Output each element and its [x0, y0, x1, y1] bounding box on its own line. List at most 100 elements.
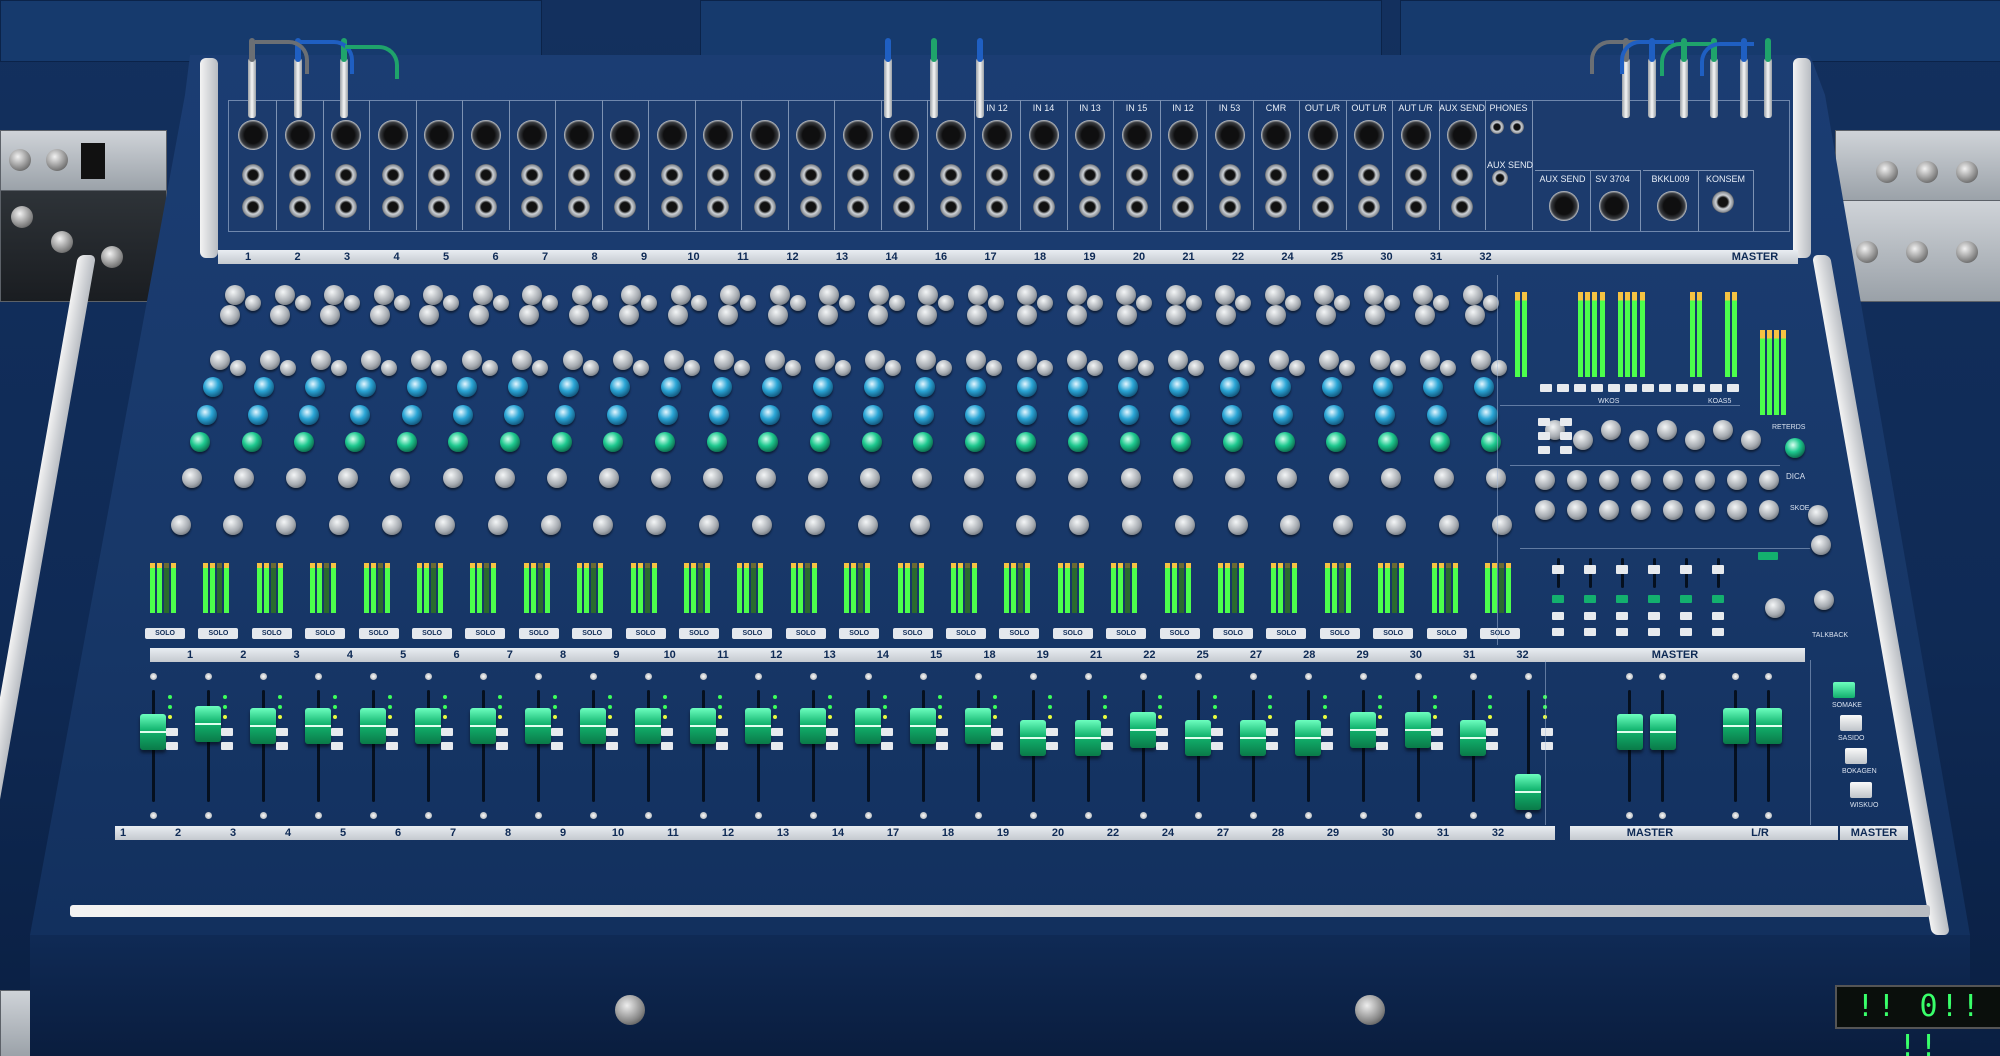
- channel-fader[interactable]: [1350, 712, 1376, 748]
- channel-knob[interactable]: [360, 350, 381, 370]
- drawer-handle-right[interactable]: [1355, 995, 1385, 1025]
- mute-button[interactable]: [276, 728, 288, 736]
- insert-jack[interactable]: [288, 164, 311, 186]
- select-button[interactable]: [441, 742, 453, 750]
- insert-jack[interactable]: [614, 164, 636, 186]
- channel-knob[interactable]: [1324, 405, 1345, 425]
- channel-knob[interactable]: [864, 377, 885, 397]
- master-mini-fader[interactable]: [1680, 565, 1692, 574]
- master-small-button[interactable]: [1560, 418, 1572, 426]
- solo-button[interactable]: SOLO: [732, 628, 773, 639]
- channel-knob[interactable]: [1265, 305, 1286, 325]
- xlr-input-jack[interactable]: [1307, 120, 1338, 150]
- master-group-button[interactable]: [1584, 595, 1596, 603]
- channel-knob[interactable]: [814, 350, 835, 370]
- select-button[interactable]: [1321, 742, 1333, 750]
- aux-master-knob[interactable]: [1567, 500, 1587, 520]
- channel-knob[interactable]: [286, 468, 307, 488]
- channel-knob[interactable]: [1485, 468, 1506, 488]
- channel-knob[interactable]: [310, 350, 331, 370]
- master-group-button[interactable]: [1680, 628, 1692, 636]
- master-knob[interactable]: [1629, 430, 1649, 450]
- solo-button[interactable]: SOLO: [198, 628, 239, 639]
- channel-knob[interactable]: [859, 468, 880, 488]
- select-button[interactable]: [1156, 742, 1168, 750]
- master-bus-button[interactable]: [1540, 384, 1552, 392]
- select-button[interactable]: [1541, 742, 1553, 750]
- channel-knob[interactable]: [817, 305, 838, 325]
- channel-knob[interactable]: [1066, 285, 1087, 305]
- channel-knob[interactable]: [807, 468, 828, 488]
- master-knob[interactable]: [1601, 420, 1621, 440]
- master-group-button[interactable]: [1712, 628, 1724, 636]
- insert-jack[interactable]: [521, 164, 543, 186]
- select-button[interactable]: [1376, 742, 1388, 750]
- channel-knob-small[interactable]: [1188, 360, 1205, 376]
- select-button[interactable]: [881, 742, 893, 750]
- master-knob-green[interactable]: [1785, 438, 1805, 458]
- channel-knob[interactable]: [324, 285, 344, 305]
- master-group-button[interactable]: [1616, 628, 1628, 636]
- channel-knob[interactable]: [396, 432, 417, 452]
- channel-knob[interactable]: [670, 285, 691, 305]
- channel-knob-small[interactable]: [1383, 295, 1400, 311]
- master-bus-button[interactable]: [1591, 384, 1603, 392]
- solo-button[interactable]: SOLO: [892, 628, 933, 639]
- channel-knob[interactable]: [1017, 285, 1037, 305]
- master-fader[interactable]: [1650, 714, 1676, 750]
- channel-knob-small[interactable]: [393, 295, 410, 311]
- select-button[interactable]: [991, 742, 1003, 750]
- line-input-jack[interactable]: [1079, 196, 1101, 218]
- aux-master-knob[interactable]: [1759, 470, 1779, 490]
- channel-knob[interactable]: [196, 405, 217, 425]
- channel-knob[interactable]: [699, 515, 720, 535]
- master-small-button[interactable]: [1560, 446, 1572, 454]
- channel-knob[interactable]: [401, 405, 422, 425]
- channel-knob-small[interactable]: [1185, 295, 1202, 311]
- line-input-jack[interactable]: [288, 196, 311, 218]
- output-jack[interactable]: [1549, 191, 1579, 221]
- mute-button[interactable]: [881, 728, 893, 736]
- mute-button[interactable]: [1046, 728, 1058, 736]
- aux-master-knob[interactable]: [1759, 500, 1779, 520]
- channel-knob[interactable]: [714, 350, 735, 370]
- line-input-jack[interactable]: [1032, 196, 1055, 218]
- xlr-input-jack[interactable]: [1028, 120, 1059, 150]
- aux-master-knob[interactable]: [1599, 470, 1619, 490]
- line-input-jack[interactable]: [1172, 196, 1194, 218]
- mute-button[interactable]: [386, 728, 398, 736]
- channel-knob[interactable]: [809, 432, 830, 452]
- channel-knob[interactable]: [769, 285, 790, 305]
- xlr-input-jack[interactable]: [1075, 120, 1105, 150]
- line-input-jack[interactable]: [1404, 196, 1427, 218]
- channel-knob-small[interactable]: [1238, 360, 1255, 376]
- line-input-jack[interactable]: [707, 196, 729, 218]
- channel-knob[interactable]: [663, 350, 684, 370]
- channel-knob[interactable]: [1223, 432, 1244, 452]
- channel-fader[interactable]: [910, 708, 936, 744]
- master-mini-fader[interactable]: [1616, 565, 1628, 574]
- line-input-jack[interactable]: [753, 196, 776, 218]
- channel-knob-small[interactable]: [1036, 360, 1053, 376]
- channel-knob[interactable]: [914, 377, 935, 397]
- channel-knob-small[interactable]: [1288, 360, 1305, 376]
- mute-button[interactable]: [166, 728, 178, 736]
- master-knob[interactable]: [1685, 430, 1705, 450]
- channel-knob-small[interactable]: [492, 295, 509, 311]
- aux-master-knob[interactable]: [1535, 470, 1555, 490]
- channel-knob[interactable]: [170, 515, 191, 535]
- select-button[interactable]: [166, 742, 178, 750]
- channel-knob[interactable]: [1069, 515, 1089, 535]
- channel-knob[interactable]: [819, 285, 839, 305]
- channel-knob[interactable]: [654, 432, 675, 452]
- solo-button[interactable]: SOLO: [785, 628, 826, 639]
- channel-knob[interactable]: [1372, 377, 1393, 397]
- insert-jack[interactable]: [428, 164, 450, 186]
- channel-knob-small[interactable]: [1086, 295, 1103, 311]
- solo-button[interactable]: SOLO: [518, 628, 559, 639]
- channel-knob[interactable]: [1429, 432, 1450, 452]
- aux-master-knob[interactable]: [1695, 500, 1715, 520]
- solo-button[interactable]: SOLO: [145, 628, 185, 639]
- insert-jack[interactable]: [242, 164, 264, 186]
- channel-knob[interactable]: [914, 405, 935, 425]
